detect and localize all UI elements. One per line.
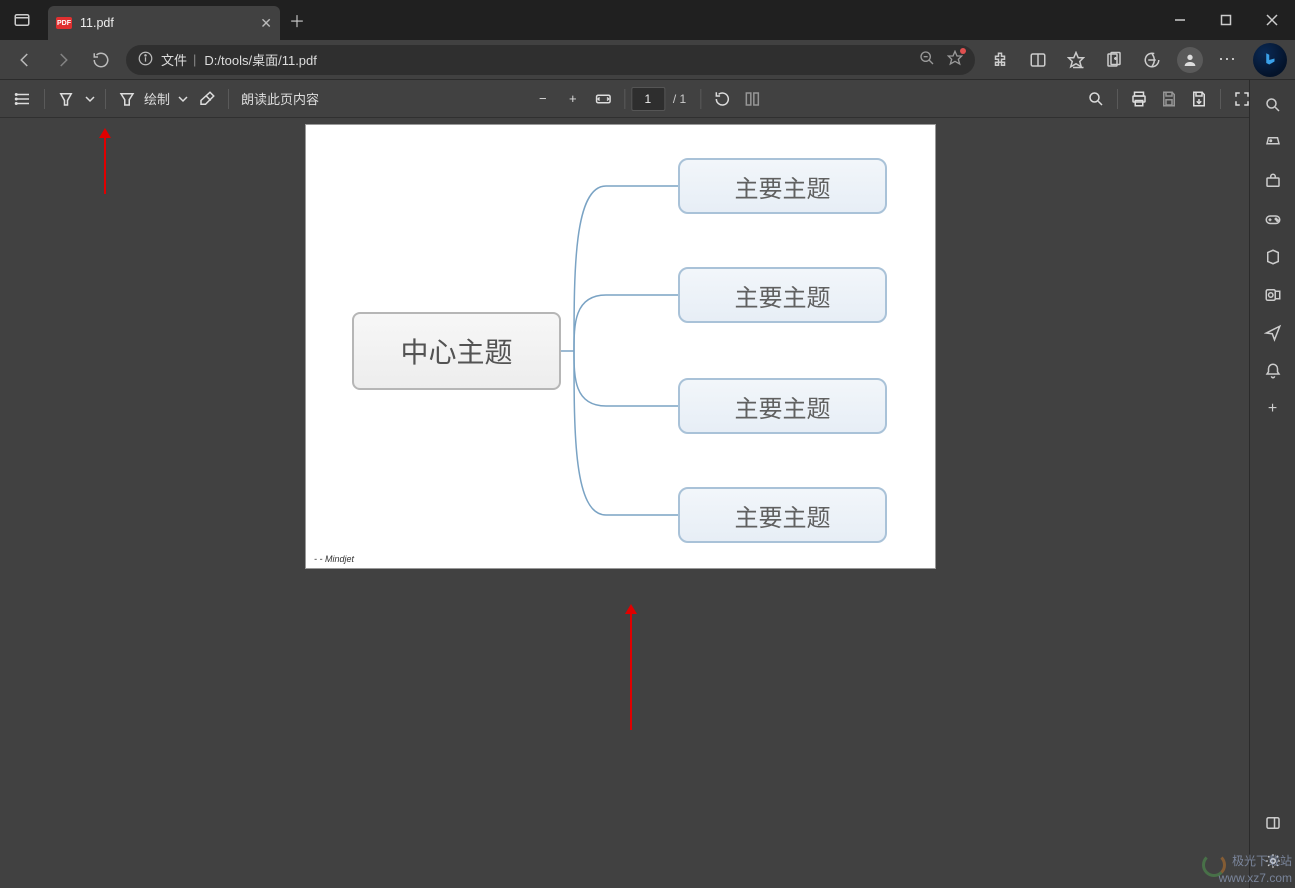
close-tab-button[interactable]: ✕ <box>260 15 272 32</box>
edge-sidebar: + <box>1249 80 1295 888</box>
draw-icon[interactable] <box>112 84 142 114</box>
separator <box>1220 89 1221 109</box>
tab-title: 11.pdf <box>80 16 114 30</box>
extensions-button[interactable] <box>981 42 1019 78</box>
sidebar-shopping-icon[interactable] <box>1253 124 1293 162</box>
sidebar-outlook-icon[interactable] <box>1253 276 1293 314</box>
sidebar-tools-icon[interactable] <box>1253 162 1293 200</box>
separator <box>624 89 625 109</box>
draw-label[interactable]: 绘制 <box>142 89 174 108</box>
save-as-button[interactable] <box>1184 84 1214 114</box>
watermark-text-2: www.xz7.com <box>1219 871 1292 885</box>
mindmap-center-node: 中心主题 <box>352 312 561 390</box>
mindmap-sub-node: 主要主题 <box>678 267 887 323</box>
browser-tab[interactable]: PDF 11.pdf ✕ <box>48 6 280 40</box>
pdf-page: 中心主题 主要主题 主要主题 主要主题 主要主题 - - Mindjet <box>305 124 936 569</box>
page-controls: − + / 1 <box>528 84 767 114</box>
ie-mode-button[interactable] <box>1133 42 1171 78</box>
find-button[interactable] <box>1081 84 1111 114</box>
collections-button[interactable] <box>1095 42 1133 78</box>
url-path: D:/tools/桌面/11.pdf <box>204 50 316 69</box>
pdf-file-icon: PDF <box>56 17 72 29</box>
more-button[interactable]: ⋯ <box>1209 42 1247 78</box>
address-bar-row: 文件 | D:/tools/桌面/11.pdf ⋯ <box>0 40 1295 80</box>
maximize-button[interactable] <box>1203 0 1249 40</box>
new-tab-button[interactable]: ＋ <box>280 3 314 37</box>
sidebar-add-icon[interactable]: + <box>1253 390 1293 428</box>
draw-dropdown[interactable] <box>174 84 192 114</box>
save-button[interactable] <box>1154 84 1184 114</box>
favorite-icon[interactable] <box>947 50 963 69</box>
annotation-arrow-2 <box>630 612 632 730</box>
bing-chat-button[interactable] <box>1253 43 1287 77</box>
sidebar-search-icon[interactable] <box>1253 86 1293 124</box>
highlight-button[interactable] <box>51 84 81 114</box>
mindmap-sub-node: 主要主题 <box>678 378 887 434</box>
contents-button[interactable] <box>8 84 38 114</box>
separator <box>105 89 106 109</box>
print-button[interactable] <box>1124 84 1154 114</box>
pdf-page-footer: - - Mindjet <box>314 554 354 564</box>
url-separator: | <box>193 52 196 67</box>
erase-button[interactable] <box>192 84 222 114</box>
sidebar-collapse-icon[interactable] <box>1253 804 1293 842</box>
rotate-button[interactable] <box>707 84 737 114</box>
tab-actions-button[interactable] <box>0 0 44 40</box>
zoom-out-button[interactable]: − <box>528 84 558 114</box>
page-total-label: / 1 <box>673 92 686 106</box>
sidebar-games-icon[interactable] <box>1253 200 1293 238</box>
pdf-toolbar: 绘制 朗读此页内容 − + / 1 <box>0 80 1295 118</box>
annotation-arrow-1 <box>104 136 106 194</box>
title-bar: PDF 11.pdf ✕ ＋ <box>0 0 1295 40</box>
close-window-button[interactable] <box>1249 0 1295 40</box>
back-button[interactable] <box>6 42 44 78</box>
minimize-button[interactable] <box>1157 0 1203 40</box>
highlight-dropdown[interactable] <box>81 84 99 114</box>
favorites-button[interactable] <box>1057 42 1095 78</box>
url-protocol-label: 文件 <box>161 50 187 69</box>
profile-button[interactable] <box>1177 47 1203 73</box>
mindmap-sub-node: 主要主题 <box>678 158 887 214</box>
page-number-input[interactable] <box>631 87 665 111</box>
separator <box>1117 89 1118 109</box>
page-view-button[interactable] <box>737 84 767 114</box>
refresh-button[interactable] <box>82 42 120 78</box>
sidebar-notification-icon[interactable] <box>1253 352 1293 390</box>
zoom-indicator-icon[interactable] <box>919 50 935 69</box>
mindmap-sub-node: 主要主题 <box>678 487 887 543</box>
read-aloud-button[interactable]: 朗读此页内容 <box>235 89 325 108</box>
sidebar-office-icon[interactable] <box>1253 238 1293 276</box>
pdf-viewport[interactable]: 中心主题 主要主题 主要主题 主要主题 主要主题 - - Mindjet <box>0 118 1249 888</box>
sidebar-send-icon[interactable] <box>1253 314 1293 352</box>
addrbar-right-buttons: ⋯ <box>981 42 1289 78</box>
watermark: 极光下载站 www.xz7.com <box>1202 853 1292 885</box>
site-info-icon[interactable] <box>138 51 153 69</box>
separator <box>700 89 701 109</box>
separator <box>44 89 45 109</box>
zoom-in-button[interactable]: + <box>558 84 588 114</box>
forward-button[interactable] <box>44 42 82 78</box>
address-bar[interactable]: 文件 | D:/tools/桌面/11.pdf <box>126 45 975 75</box>
split-screen-button[interactable] <box>1019 42 1057 78</box>
fit-width-button[interactable] <box>588 84 618 114</box>
watermark-text-1: 极光下载站 <box>1232 854 1292 868</box>
window-controls <box>1157 0 1295 40</box>
separator <box>228 89 229 109</box>
